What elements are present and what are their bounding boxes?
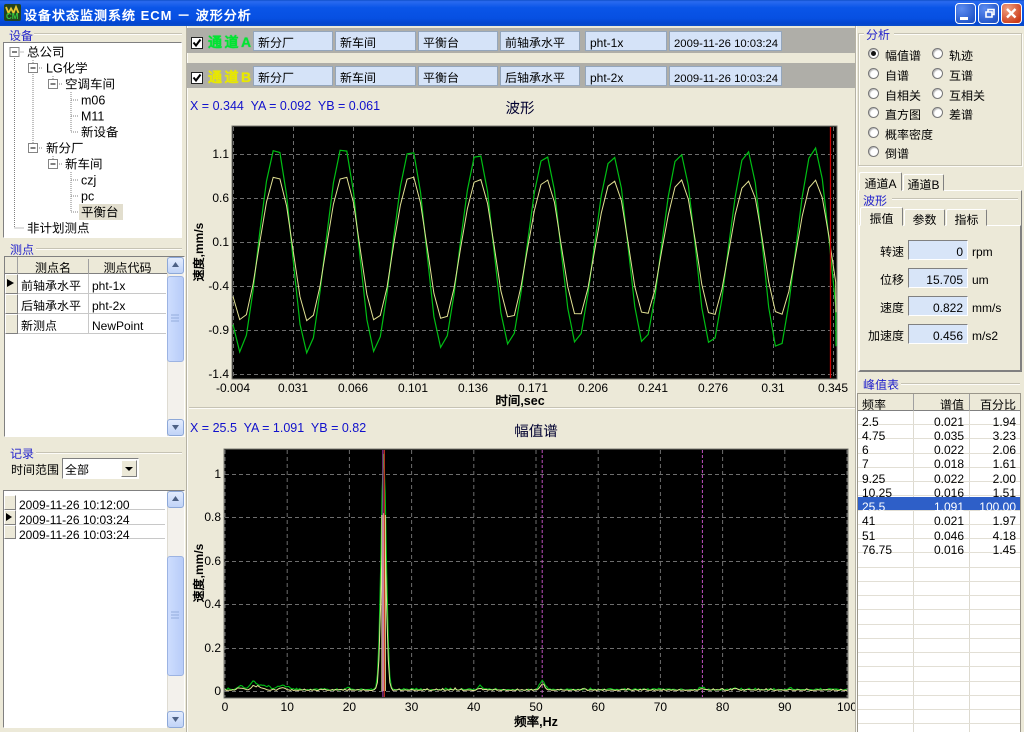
svg-text:-1.4: -1.4 <box>208 367 229 381</box>
svg-text:0.6: 0.6 <box>212 191 229 205</box>
svg-text:0.101: 0.101 <box>398 381 428 395</box>
svg-text:-0.004: -0.004 <box>216 381 250 395</box>
svg-text:60: 60 <box>592 700 606 714</box>
svg-text:0: 0 <box>222 700 229 714</box>
svg-text:新设备: 新设备 <box>81 122 119 141</box>
svg-text:30: 30 <box>405 700 419 714</box>
svg-text:20: 20 <box>343 700 357 714</box>
svg-text:0.031: 0.031 <box>278 381 308 395</box>
svg-text:时间,sec: 时间,sec <box>495 394 544 408</box>
svg-text:0: 0 <box>214 684 221 698</box>
svg-text:速度,mm/s: 速度,mm/s <box>192 543 206 602</box>
svg-text:0.4: 0.4 <box>204 597 221 611</box>
svg-text:0.241: 0.241 <box>638 381 668 395</box>
svg-text:100: 100 <box>837 700 855 714</box>
svg-text:1.1: 1.1 <box>212 147 229 161</box>
svg-text:幅值谱: 幅值谱 <box>514 423 558 440</box>
svg-text:0.171: 0.171 <box>518 381 548 395</box>
svg-text:0.066: 0.066 <box>338 381 368 395</box>
svg-text:40: 40 <box>467 700 481 714</box>
svg-text:X = 25.5 YA = 1.091 YB = 0.8: X = 25.5 YA = 1.091 YB = 0.82 <box>190 421 366 435</box>
svg-text:0.8: 0.8 <box>204 510 221 524</box>
svg-text:非计划测点: 非计划测点 <box>27 218 90 237</box>
svg-text:90: 90 <box>778 700 792 714</box>
svg-text:频率,Hz: 频率,Hz <box>514 715 558 729</box>
svg-text:速度,mm/s: 速度,mm/s <box>192 222 206 281</box>
svg-text:0.2: 0.2 <box>204 641 221 655</box>
svg-text:CM: CM <box>6 12 19 21</box>
svg-text:-0.4: -0.4 <box>208 279 229 293</box>
svg-text:10: 10 <box>281 700 295 714</box>
svg-text:0.31: 0.31 <box>761 381 785 395</box>
svg-text:0.276: 0.276 <box>698 381 728 395</box>
svg-text:0.1: 0.1 <box>212 235 229 249</box>
svg-text:70: 70 <box>654 700 668 714</box>
svg-text:波形: 波形 <box>506 100 535 117</box>
svg-text:X = 0.344 YA = 0.092 YB = 0.: X = 0.344 YA = 0.092 YB = 0.061 <box>190 99 380 113</box>
svg-text:50: 50 <box>529 700 543 714</box>
svg-text:-0.9: -0.9 <box>208 323 229 337</box>
svg-text:0.206: 0.206 <box>578 381 608 395</box>
svg-text:80: 80 <box>716 700 730 714</box>
svg-text:0.345: 0.345 <box>818 381 848 395</box>
svg-text:1: 1 <box>214 467 221 481</box>
svg-text:0.136: 0.136 <box>458 381 488 395</box>
svg-text:0.6: 0.6 <box>204 554 221 568</box>
